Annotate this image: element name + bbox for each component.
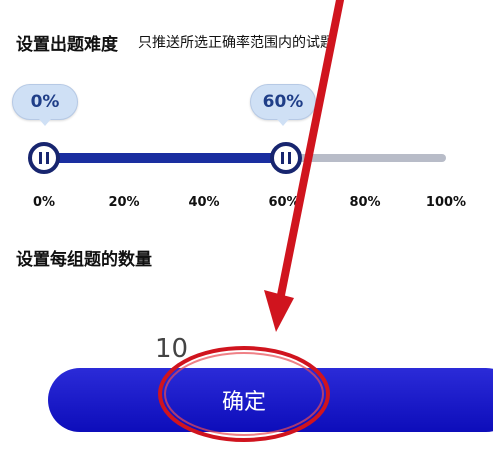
tick-label: 40%	[188, 195, 220, 210]
tick-label: 60%	[268, 195, 300, 210]
slider-track-selected-range	[42, 153, 285, 163]
tick-label: 100%	[425, 195, 467, 210]
group-count-value[interactable]: 10	[155, 334, 188, 364]
pause-icon	[39, 152, 49, 164]
annotation-arrowhead	[264, 290, 294, 332]
tick-label: 20%	[108, 195, 140, 210]
slider-max-handle[interactable]	[270, 142, 302, 174]
difficulty-settings-page: 设置出题难度 只推送所选正确率范围内的试题 0% 60% 0% 20% 40% …	[0, 0, 493, 449]
difficulty-title: 设置出题难度	[16, 35, 118, 55]
slider-min-handle[interactable]	[28, 142, 60, 174]
confirm-button[interactable]: 确定	[48, 368, 493, 432]
min-value-bubble: 0%	[12, 84, 78, 120]
difficulty-subtitle: 只推送所选正确率范围内的试题	[138, 35, 334, 51]
pause-icon	[281, 152, 291, 164]
group-count-title: 设置每组题的数量	[16, 250, 152, 270]
tick-label: 0%	[32, 195, 56, 210]
tick-label: 80%	[349, 195, 381, 210]
confirm-button-label: 确定	[222, 390, 267, 415]
max-value-bubble: 60%	[250, 84, 316, 120]
